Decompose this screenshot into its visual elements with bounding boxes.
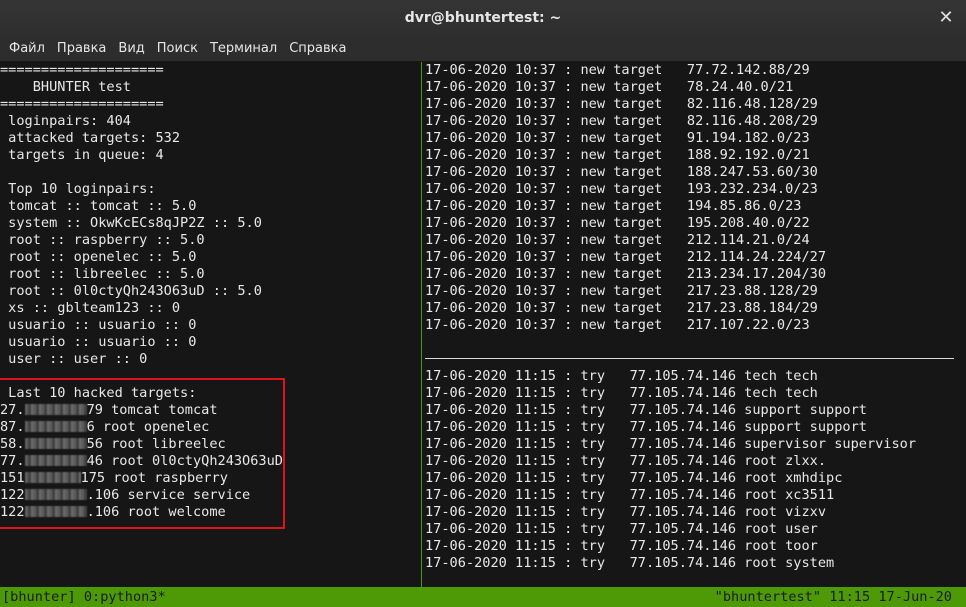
hacked-target-row: 58. 56 root libreelec (0, 436, 420, 453)
terminal-line: 17-06-2020 10:37 : new target 212.114.24… (425, 249, 827, 265)
hacked-target-ip-prefix: 87. (0, 419, 25, 435)
redacted-ip-segment (24, 438, 87, 449)
redacted-ip-segment (24, 472, 81, 483)
terminal-line: 17-06-2020 11:15 : try 77.105.74.146 sup… (425, 402, 867, 418)
hacked-target-details: 56 root libreelec (86, 436, 226, 452)
window-title: dvr@bhuntertest: ~ (404, 10, 562, 26)
menu-file[interactable]: Файл (3, 37, 51, 61)
hacked-target-details: 6 root openelec (86, 419, 210, 435)
terminal-line: 17-06-2020 11:15 : try 77.105.74.146 roo… (425, 504, 827, 520)
status-host-time: "bhuntertest" 11:15 17-Jun-20 (714, 589, 952, 605)
terminal-line: user :: user :: 0 (0, 351, 148, 367)
terminal-line: xs :: gblteam123 :: 0 (0, 300, 181, 316)
terminal-line: 17-06-2020 11:15 : try 77.105.74.146 roo… (425, 487, 835, 503)
hacked-target-row: 122 .106 service service (0, 487, 420, 504)
hacked-target-row: 27. 79 tomcat tomcat (0, 402, 420, 419)
status-session[interactable]: [bhunter] 0:python3* (2, 587, 166, 607)
pane-divider-vertical[interactable] (421, 62, 422, 587)
hacked-target-details: 175 root raspberry (80, 470, 228, 486)
redacted-ip-segment (24, 489, 87, 500)
terminal-line: 17-06-2020 10:37 : new target 193.232.23… (425, 181, 818, 197)
terminal-line: 17-06-2020 10:37 : new target 82.116.48.… (425, 113, 818, 129)
tmux-status-bar: [bhunter] 0:python3* "bhuntertest" 11:15… (0, 587, 966, 607)
attempts-log: 17-06-2020 11:15 : try 77.105.74.146 tec… (425, 368, 966, 572)
hacked-target-row: 77. 46 root 0l0ctyQh243O63uD (0, 453, 420, 470)
terminal-line: 17-06-2020 10:37 : new target 195.208.40… (425, 215, 810, 231)
terminal-line: 17-06-2020 10:37 : new target 91.194.182… (425, 130, 810, 146)
terminal-line: root :: 0l0ctyQh243O63uD :: 5.0 (0, 283, 262, 299)
close-icon[interactable]: ✕ (936, 8, 956, 28)
hacked-target-ip-prefix: 122 (0, 487, 25, 503)
terminal-line: root :: raspberry :: 5.0 (0, 232, 205, 248)
hacked-target-details: 79 tomcat tomcat (86, 402, 218, 418)
terminal-line: 17-06-2020 11:15 : try 77.105.74.146 roo… (425, 453, 827, 469)
terminal-line: BHUNTER test (0, 79, 131, 95)
menu-view[interactable]: Вид (112, 37, 150, 61)
terminal-line: loginpairs: 404 (0, 113, 131, 129)
terminal-line: root :: openelec :: 5.0 (0, 249, 197, 265)
terminal-line: 17-06-2020 10:37 : new target 217.23.88.… (425, 283, 818, 299)
menu-edit[interactable]: Правка (51, 37, 112, 61)
hacked-target-details: .106 service service (86, 487, 251, 503)
hacked-target-row: 122 .106 root welcome (0, 504, 420, 521)
stats-output: ==================== BHUNTER test =======… (0, 62, 420, 402)
terminal-line: 17-06-2020 10:37 : new target 78.24.40.0… (425, 79, 794, 95)
terminal-line: 17-06-2020 10:37 : new target 82.116.48.… (425, 96, 818, 112)
terminal-line: 17-06-2020 10:37 : new target 77.72.142.… (425, 62, 810, 78)
terminal-line: 17-06-2020 11:15 : try 77.105.74.146 roo… (425, 538, 818, 554)
terminal-line: root :: libreelec :: 5.0 (0, 266, 205, 282)
hacked-target-ip-prefix: 77. (0, 453, 25, 469)
terminal-line: 17-06-2020 10:37 : new target 217.23.88.… (425, 300, 818, 316)
hacked-target-details: 46 root 0l0ctyQh243O63uD (86, 453, 283, 469)
terminal-line: 17-06-2020 11:15 : try 77.105.74.146 roo… (425, 555, 835, 571)
title-bar[interactable]: dvr@bhuntertest: ~ ✕ (0, 0, 966, 36)
redacted-ip-segment (24, 455, 87, 466)
terminal-line: attacked targets: 532 (0, 130, 181, 146)
menu-bar: Файл Правка Вид Поиск Терминал Справка (0, 36, 966, 62)
terminal-line: usuario :: usuario :: 0 (0, 317, 197, 333)
terminal-line: 17-06-2020 10:37 : new target 212.114.21… (425, 232, 810, 248)
terminal-line: ==================== (0, 62, 164, 78)
terminal-line: Top 10 loginpairs: (0, 181, 156, 197)
terminal-line: Last 10 hacked targets: (0, 385, 197, 401)
terminal-line: 17-06-2020 11:15 : try 77.105.74.146 tec… (425, 368, 818, 384)
terminal-line: 17-06-2020 11:15 : try 77.105.74.146 sup… (425, 419, 867, 435)
hacked-targets-list: 27. 79 tomcat tomcat 87. 6 root openelec 58.… (0, 402, 420, 521)
terminal-line: 17-06-2020 10:37 : new target 194.85.86.… (425, 198, 802, 214)
terminal-window: dvr@bhuntertest: ~ ✕ Файл Правка Вид Пои… (0, 0, 966, 607)
terminal-line: 17-06-2020 10:37 : new target 217.107.22… (425, 317, 810, 333)
terminal-line: usuario :: usuario :: 0 (0, 334, 197, 350)
hacked-target-ip-prefix: 122 (0, 504, 25, 520)
terminal-line: ==================== (0, 96, 164, 112)
menu-search[interactable]: Поиск (151, 37, 204, 61)
redacted-ip-segment (24, 404, 87, 415)
terminal-area[interactable]: ==================== BHUNTER test =======… (0, 62, 966, 587)
terminal-line: 17-06-2020 11:15 : try 77.105.74.146 roo… (425, 470, 843, 486)
hacked-target-row: 87. 6 root openelec (0, 419, 420, 436)
redacted-ip-segment (24, 506, 87, 517)
hacked-target-details: .106 root welcome (86, 504, 226, 520)
hacked-target-row: 151 175 root raspberry (0, 470, 420, 487)
menu-terminal[interactable]: Терминал (204, 37, 283, 61)
terminal-line: 17-06-2020 10:37 : new target 188.247.53… (425, 164, 818, 180)
terminal-line: tomcat :: tomcat :: 5.0 (0, 198, 197, 214)
new-targets-log: 17-06-2020 10:37 : new target 77.72.142.… (425, 62, 966, 334)
hacked-target-ip-prefix: 58. (0, 436, 25, 452)
terminal-line: 17-06-2020 10:37 : new target 213.234.17… (425, 266, 827, 282)
pane-divider-horizontal[interactable] (425, 358, 954, 359)
left-pane[interactable]: ==================== BHUNTER test =======… (0, 62, 420, 587)
right-bottom-pane[interactable]: 17-06-2020 11:15 : try 77.105.74.146 tec… (425, 368, 966, 572)
terminal-line: 17-06-2020 11:15 : try 77.105.74.146 sup… (425, 436, 917, 452)
terminal-line: 17-06-2020 11:15 : try 77.105.74.146 tec… (425, 385, 818, 401)
terminal-line: system :: OkwKcECs8qJP2Z :: 5.0 (0, 215, 262, 231)
redacted-ip-segment (24, 421, 87, 432)
menu-help[interactable]: Справка (283, 37, 352, 61)
hacked-target-ip-prefix: 27. (0, 402, 25, 418)
terminal-line: 17-06-2020 10:37 : new target 188.92.192… (425, 147, 810, 163)
terminal-line: 17-06-2020 11:15 : try 77.105.74.146 roo… (425, 521, 818, 537)
hacked-target-ip-prefix: 151 (0, 470, 25, 486)
terminal-line: targets in queue: 4 (0, 147, 164, 163)
